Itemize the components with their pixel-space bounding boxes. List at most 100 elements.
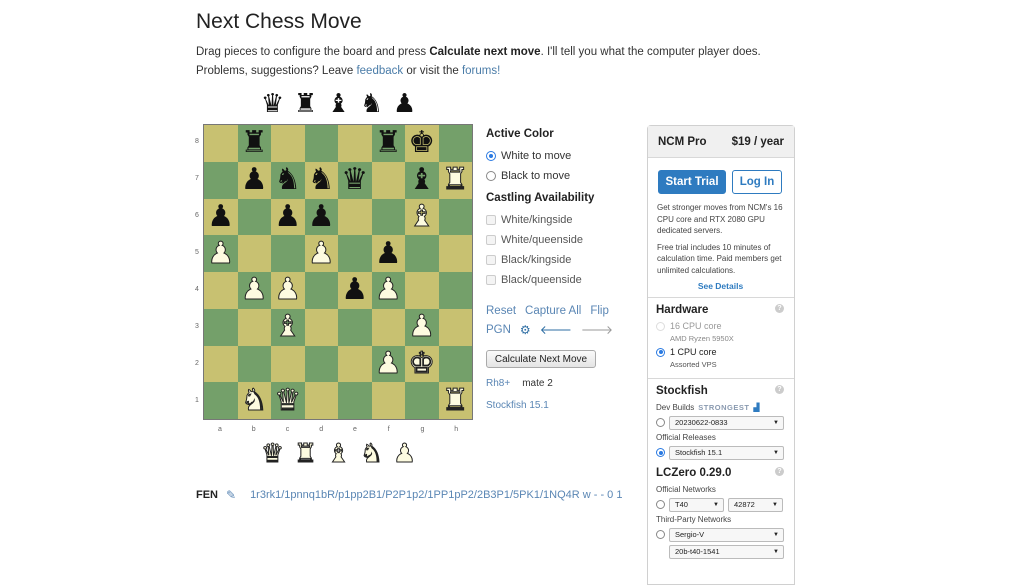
black-pawn-icon[interactable]: ♟: [341, 275, 368, 305]
square-f2[interactable]: ♟: [371, 345, 405, 383]
calculate-next-move-button[interactable]: Calculate Next Move: [486, 350, 596, 368]
spare-black-knight[interactable]: ♞: [355, 88, 388, 118]
square-g4[interactable]: [405, 272, 439, 309]
official-network-select[interactable]: T40 ▼: [669, 497, 724, 512]
black-rook-icon[interactable]: ♜: [375, 128, 402, 158]
square-d7[interactable]: ♞: [304, 161, 338, 199]
square-b3[interactable]: [237, 308, 271, 346]
black-bishop-icon[interactable]: ♝: [408, 165, 435, 195]
square-g6[interactable]: ♝: [405, 198, 439, 236]
hardware-1cpu-option[interactable]: 1 CPU core: [656, 346, 784, 358]
reset-link[interactable]: Reset: [486, 305, 516, 317]
square-a7[interactable]: [204, 161, 238, 199]
square-g1[interactable]: [405, 382, 439, 419]
square-f3[interactable]: [371, 308, 405, 346]
see-details-link[interactable]: See Details: [657, 281, 784, 291]
square-h1[interactable]: ♜: [438, 382, 472, 419]
black-to-move-option[interactable]: Black to move: [486, 166, 636, 186]
black-pawn-icon[interactable]: ♟: [274, 201, 301, 232]
black-king-icon[interactable]: ♚: [408, 128, 435, 158]
square-d4[interactable]: [304, 272, 338, 309]
white-pawn-icon[interactable]: ♟: [374, 274, 402, 305]
square-h4[interactable]: [438, 272, 472, 309]
official-release-select[interactable]: Stockfish 15.1 ▼: [669, 445, 784, 460]
spare-white-pawn[interactable]: ♟: [388, 438, 421, 469]
square-e2[interactable]: [338, 345, 372, 383]
white-pawn-icon[interactable]: ♟: [408, 311, 436, 342]
white-rook-icon[interactable]: ♜: [441, 164, 469, 195]
square-b7[interactable]: ♟: [237, 161, 271, 199]
castling-black-kingside[interactable]: Black/kingside: [486, 250, 636, 270]
spare-black-queen[interactable]: ♛: [256, 88, 289, 118]
white-pawn-icon[interactable]: ♟: [274, 274, 302, 305]
square-e7[interactable]: ♛: [338, 161, 372, 199]
square-g2[interactable]: ♚: [405, 345, 439, 383]
flip-link[interactable]: Flip: [590, 305, 609, 317]
black-rook-icon[interactable]: ♜: [241, 128, 268, 158]
square-c1[interactable]: ♛: [271, 382, 305, 419]
square-e5[interactable]: [338, 235, 372, 272]
square-f4[interactable]: ♟: [371, 272, 405, 309]
square-d1[interactable]: [304, 382, 338, 419]
spare-black-rook[interactable]: ♜: [289, 88, 322, 118]
square-d6[interactable]: ♟: [304, 198, 338, 236]
square-h3[interactable]: [438, 308, 472, 346]
spare-white-knight[interactable]: ♞: [355, 438, 388, 469]
gear-icon[interactable]: ⚙: [520, 323, 531, 337]
square-c8[interactable]: [271, 125, 305, 162]
white-to-move-option[interactable]: White to move: [486, 146, 636, 166]
black-pawn-icon[interactable]: ♟: [241, 165, 268, 195]
hardware-1cpu-radio[interactable]: [656, 347, 665, 357]
official-network-id-select[interactable]: 42872 ▼: [728, 497, 783, 512]
square-h8[interactable]: [438, 125, 472, 162]
white-queen-icon[interactable]: ♛: [274, 385, 302, 416]
square-c7[interactable]: ♞: [271, 161, 305, 199]
forums-link[interactable]: forums!: [462, 65, 500, 77]
square-h2[interactable]: [438, 345, 472, 383]
log-in-button[interactable]: Log In: [732, 170, 782, 194]
white-pawn-icon[interactable]: ♟: [207, 238, 235, 269]
arrow-right-icon[interactable]: 🡒: [581, 322, 613, 337]
square-h6[interactable]: [438, 198, 472, 236]
square-b6[interactable]: [237, 198, 271, 236]
square-f1[interactable]: [371, 382, 405, 419]
pgn-link[interactable]: PGN: [486, 324, 511, 336]
square-a8[interactable]: [204, 125, 238, 162]
square-a4[interactable]: [204, 272, 238, 309]
square-c3[interactable]: ♝: [271, 308, 305, 346]
dev-build-radio[interactable]: [656, 418, 665, 427]
square-e6[interactable]: [338, 198, 372, 236]
white-pawn-icon[interactable]: ♟: [240, 274, 268, 305]
square-a1[interactable]: [204, 382, 238, 419]
dev-build-select[interactable]: 20230622-0833 ▼: [669, 415, 784, 430]
square-e4[interactable]: ♟: [338, 272, 372, 309]
white-pawn-icon[interactable]: ♟: [307, 238, 335, 269]
black-knight-icon[interactable]: ♞: [308, 165, 335, 195]
help-icon[interactable]: ?: [775, 304, 784, 313]
spare-white-rook[interactable]: ♜: [289, 438, 322, 469]
hardware-16cpu-option[interactable]: 16 CPU core: [656, 320, 784, 332]
help-icon[interactable]: ?: [775, 467, 784, 476]
square-b5[interactable]: [237, 235, 271, 272]
black-queen-icon[interactable]: ♛: [341, 165, 368, 195]
white-to-move-radio[interactable]: [486, 151, 496, 161]
help-icon[interactable]: ?: [775, 385, 784, 394]
square-d8[interactable]: [304, 125, 338, 162]
square-b8[interactable]: ♜: [237, 125, 271, 162]
square-e8[interactable]: [338, 125, 372, 162]
square-g5[interactable]: [405, 235, 439, 272]
spare-black-pawn[interactable]: ♟: [388, 88, 421, 118]
white-knight-icon[interactable]: ♞: [240, 385, 268, 416]
capture-all-link[interactable]: Capture All: [525, 305, 581, 317]
square-g8[interactable]: ♚: [405, 125, 439, 162]
white-rook-icon[interactable]: ♜: [441, 385, 469, 416]
castling-white-kingside[interactable]: White/kingside: [486, 210, 636, 230]
black-pawn-icon[interactable]: ♟: [308, 201, 335, 232]
official-release-radio[interactable]: [656, 448, 665, 457]
black-to-move-radio[interactable]: [486, 171, 496, 181]
arrow-left-icon[interactable]: 🡐: [540, 322, 572, 337]
start-trial-button[interactable]: Start Trial: [658, 170, 726, 194]
castling-white-queenside-checkbox[interactable]: [486, 235, 496, 245]
third-party-network-id-select[interactable]: 20b-t40-1541 ▼: [669, 544, 784, 559]
castling-black-kingside-checkbox[interactable]: [486, 255, 496, 265]
